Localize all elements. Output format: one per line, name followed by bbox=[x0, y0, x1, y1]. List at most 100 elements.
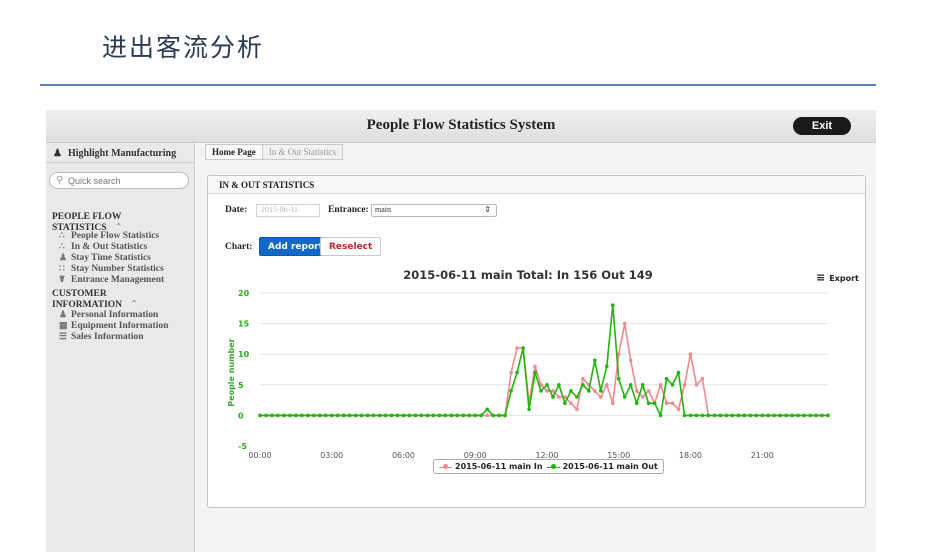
legend-in-swatch bbox=[439, 463, 452, 471]
data-point-in bbox=[533, 364, 537, 369]
data-point-out bbox=[282, 413, 286, 418]
breadcrumb: Home Page In & Out Statistics bbox=[205, 144, 343, 160]
data-point-out bbox=[491, 413, 496, 418]
data-point-out bbox=[599, 389, 603, 393]
data-point-in bbox=[575, 407, 579, 412]
data-point-out bbox=[652, 401, 657, 405]
data-point-out bbox=[276, 413, 280, 418]
data-point-out bbox=[766, 413, 770, 418]
data-point-out bbox=[467, 413, 472, 418]
data-point-in bbox=[569, 401, 573, 405]
data-point-out bbox=[784, 413, 788, 418]
search-input[interactable] bbox=[68, 176, 178, 186]
y-tick-label: 15 bbox=[238, 320, 250, 329]
data-point-in bbox=[658, 383, 663, 387]
data-point-out bbox=[581, 383, 585, 387]
data-point-in bbox=[551, 389, 555, 393]
x-tick-label: 21:00 bbox=[751, 451, 774, 460]
data-point-in bbox=[593, 389, 597, 393]
company-header: ♟ Highlight Manufacturing bbox=[46, 143, 195, 163]
data-point-in bbox=[605, 383, 609, 387]
data-point-out bbox=[533, 370, 537, 375]
data-point-in bbox=[670, 401, 675, 405]
sidebar-item-stay-time[interactable]: ♟ Stay Time Statistics bbox=[59, 252, 151, 263]
data-point-out bbox=[664, 376, 669, 381]
data-point-in bbox=[509, 370, 513, 375]
data-point-out bbox=[706, 413, 711, 418]
system-title: People Flow Statistics System bbox=[366, 117, 556, 133]
sidebar-item-people-flow[interactable]: ∴ People Flow Statistics bbox=[59, 230, 159, 241]
sidebar-item-personal[interactable]: ♟ Personal Information bbox=[59, 309, 158, 320]
sidebar-item-in-out[interactable]: ∴ In & Out Statistics bbox=[59, 241, 147, 252]
breadcrumb-current: In & Out Statistics bbox=[262, 144, 343, 160]
series-line-out bbox=[260, 304, 828, 417]
data-point-out bbox=[748, 413, 753, 418]
data-point-out bbox=[605, 364, 609, 369]
legend-in-label[interactable]: 2015-06-11 main In bbox=[455, 462, 543, 471]
sidebar-item-stay-number[interactable]: ∷ Stay Number Statistics bbox=[59, 263, 164, 274]
data-point-in bbox=[640, 395, 645, 399]
data-point-out bbox=[551, 395, 555, 399]
x-tick-label: 03:00 bbox=[320, 451, 343, 460]
data-point-in bbox=[682, 383, 687, 387]
data-point-out bbox=[742, 413, 747, 418]
data-point-out bbox=[270, 413, 274, 418]
data-point-in bbox=[694, 383, 699, 387]
data-point-out bbox=[587, 389, 591, 393]
x-tick-label: 06:00 bbox=[392, 451, 415, 460]
sidebar-item-sales[interactable]: ☰ Sales Information bbox=[59, 331, 144, 342]
data-point-in bbox=[515, 346, 519, 350]
data-point-out bbox=[778, 413, 782, 418]
data-point-in bbox=[485, 413, 490, 418]
y-axis-title: People number bbox=[227, 338, 236, 406]
data-point-out bbox=[712, 413, 717, 418]
data-point-out bbox=[413, 413, 418, 418]
sidebar-item-equipment[interactable]: ▦ Equipment Information bbox=[59, 320, 168, 331]
data-point-out bbox=[318, 413, 322, 418]
data-point-in bbox=[611, 401, 615, 405]
search-icon: ⚲ bbox=[56, 175, 64, 186]
nav-group-customer[interactable]: CUSTOMER INFORMATION ⌃ bbox=[52, 289, 194, 310]
legend-out-label[interactable]: 2015-06-11 main Out bbox=[563, 462, 658, 471]
quick-search[interactable]: ⚲ bbox=[49, 172, 189, 189]
data-point-out bbox=[329, 413, 334, 418]
data-point-out bbox=[688, 413, 693, 418]
data-point-out bbox=[443, 413, 448, 418]
data-point-out bbox=[700, 413, 705, 418]
data-point-out bbox=[371, 413, 376, 418]
breadcrumb-home[interactable]: Home Page bbox=[205, 144, 263, 160]
id-card-icon: ♟ bbox=[59, 309, 68, 319]
sidebar-item-entrance[interactable]: ☤ Entrance Management bbox=[59, 274, 164, 285]
data-point-out bbox=[401, 413, 406, 418]
exit-button[interactable]: Exit bbox=[793, 117, 851, 135]
data-point-out bbox=[814, 413, 818, 418]
data-point-in bbox=[676, 407, 681, 412]
data-point-out bbox=[377, 413, 382, 418]
data-point-in bbox=[646, 389, 651, 393]
data-point-out bbox=[383, 413, 388, 418]
data-point-in bbox=[700, 376, 705, 381]
top-bar: People Flow Statistics System Exit bbox=[46, 110, 876, 143]
data-point-out bbox=[479, 413, 484, 418]
data-point-out bbox=[515, 370, 519, 375]
data-point-out bbox=[288, 413, 292, 418]
data-point-out bbox=[485, 407, 490, 412]
data-point-out bbox=[437, 413, 442, 418]
data-point-out bbox=[575, 395, 579, 399]
y-tick-label: 5 bbox=[238, 381, 244, 390]
company-name: Highlight Manufacturing bbox=[68, 148, 177, 159]
data-point-out bbox=[503, 413, 507, 418]
data-point-out bbox=[347, 413, 352, 418]
data-point-out bbox=[760, 413, 764, 418]
data-point-out bbox=[646, 401, 651, 405]
document-title: 进出客流分析 bbox=[102, 33, 265, 62]
user-icon: ♟ bbox=[53, 148, 62, 159]
data-point-out bbox=[306, 413, 310, 418]
data-point-out bbox=[622, 395, 627, 399]
y-tick-label: -5 bbox=[238, 442, 247, 451]
data-point-out bbox=[324, 413, 328, 418]
data-point-out bbox=[258, 413, 262, 418]
data-point-out bbox=[509, 389, 513, 393]
data-point-out bbox=[449, 413, 454, 418]
data-point-in bbox=[634, 389, 639, 393]
